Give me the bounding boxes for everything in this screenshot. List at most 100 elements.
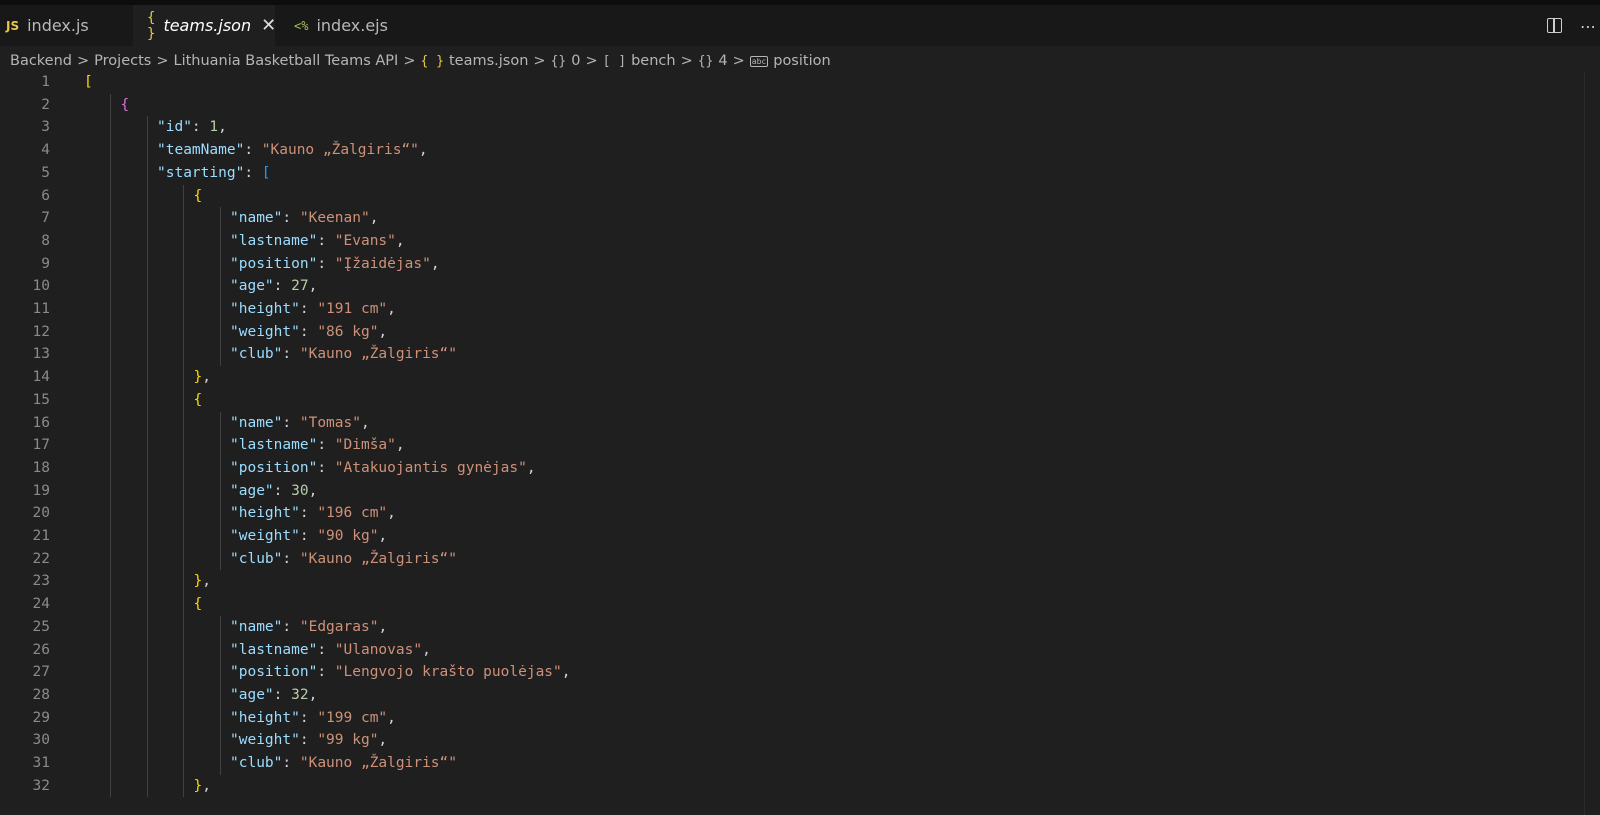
breadcrumb-item[interactable]: Lithuania Basketball Teams API [174,53,399,69]
code-line[interactable]: 4 "teamName": "Kauno „Žalgiris“", [0,139,1584,162]
code-token: "86 kg" [317,323,379,340]
code-text: "lastname": "Evans", [230,230,405,253]
breadcrumb-item[interactable]: Backend [10,53,72,69]
line-number: 32 [32,777,50,794]
code-text: [ [84,71,93,94]
code-line[interactable]: 31 "club": "Kauno „Žalgiris“" [0,752,1584,775]
code-text: "name": "Edgaras", [230,616,387,639]
code-text: "age": 32, [230,684,317,707]
code-line[interactable]: 8 "lastname": "Evans", [0,230,1584,253]
code-line[interactable]: 15 { [0,389,1584,412]
code-text: "name": "Tomas", [230,412,370,435]
breadcrumb-separator: > [156,53,169,69]
code-line[interactable]: 1[ [0,71,1584,94]
code-token: , [202,369,211,386]
code-token: "Keenan" [299,210,370,227]
breadcrumb-separator: > [403,53,416,69]
code-text: "position": "Lengvojo krašto puolėjas", [230,661,571,684]
code-token: "weight" [230,732,300,749]
code-line[interactable]: 32}, [0,775,1584,798]
code-line[interactable]: 27 "position": "Lengvojo krašto puolėjas"… [0,661,1584,684]
editor-scrollbar[interactable] [1584,71,1600,815]
code-token: "club" [230,346,283,363]
code-token: "191 cm" [317,301,388,317]
code-line[interactable]: 13 "club": "Kauno „Žalgiris“" [0,343,1584,366]
code-line[interactable]: 16 "name": "Tomas", [0,412,1584,435]
breadcrumb-item[interactable]: teams.json [449,53,528,69]
object-symbol-icon: {} [550,53,567,69]
code-line[interactable]: 10 "age": 27, [0,275,1584,298]
code-token: "age" [230,482,274,499]
code-token: , [387,301,396,317]
code-token: { [193,187,203,204]
json-file-icon: { } [420,53,444,69]
code-line[interactable]: 18 "position": "Atakuojantis gynėjas", [0,457,1584,480]
code-token: "weight" [230,528,300,544]
code-line[interactable]: 30 "weight": "99 kg", [0,729,1584,752]
code-editor[interactable]: 1[2{3 "id": 1, 4 "teamName": "Kauno „Žalgir… [0,71,1584,815]
code-line[interactable]: 19 "age": 30, [0,480,1584,503]
more-actions-icon[interactable]: ⋯ [1580,17,1597,36]
code-line[interactable]: 17 "lastname": "Dimša", [0,434,1584,457]
tab-index-js[interactable]: JS index.js [0,5,132,46]
line-number: 6 [41,187,50,204]
code-line[interactable]: 11 "height": "191 cm", [0,298,1584,321]
code-line[interactable]: 12 "weight": "86 kg", [0,321,1584,344]
breadcrumb-item[interactable]: Projects [94,53,151,69]
code-line[interactable]: 28 "age": 32, [0,684,1584,707]
code-line[interactable]: 2{ [0,94,1584,117]
line-number: 17 [32,437,50,454]
code-token: } [193,777,203,794]
code-line[interactable]: 3 "id": 1, [0,116,1584,139]
code-token: [ [84,74,93,90]
code-token: "height" [230,709,300,726]
line-number: 21 [32,528,50,544]
code-line[interactable]: 23}, [0,570,1584,593]
code-text: "weight": "86 kg", [230,321,387,344]
tab-teams-json[interactable]: { } teams.json ✕ [133,5,276,46]
code-line[interactable]: 14}, [0,366,1584,389]
code-token: "Kauno „Žalgiris“" [299,346,457,363]
code-token: "Edgaras" [299,618,379,635]
editor-bottom-strip [0,797,1584,815]
string-symbol-icon: abc [749,55,769,67]
code-text: { [194,593,203,616]
code-line[interactable]: 5 "starting": [ [0,162,1584,185]
code-token: , [202,573,211,590]
code-token: "Įžaidėjas" [334,255,431,272]
breadcrumb-item[interactable]: bench [631,53,675,69]
code-line[interactable]: 9 "position": "Įžaidėjas", [0,253,1584,276]
tab-label: index.js [27,16,89,35]
json-file-icon: { } [147,9,156,42]
line-number: 10 [32,278,50,295]
code-line[interactable]: 25 "name": "Edgaras", [0,616,1584,639]
code-line[interactable]: 26 "lastname": "Ulanovas", [0,639,1584,662]
line-number: 20 [32,505,50,522]
code-token: , [422,641,431,658]
code-line[interactable]: 7 "name": "Keenan", [0,207,1584,230]
code-line[interactable]: 21 "weight": "90 kg", [0,525,1584,548]
code-token: : [317,641,335,658]
code-token: , [308,482,318,499]
code-line[interactable]: 6{ [0,185,1584,208]
code-line[interactable]: 29 "height": "199 cm", [0,707,1584,730]
split-editor-icon[interactable] [1547,18,1562,33]
code-token: , [308,686,318,703]
code-token: : [299,505,318,522]
line-number: 16 [32,414,50,431]
code-token: , [308,278,318,295]
code-line[interactable]: 20 "height": "196 cm", [0,502,1584,525]
code-line[interactable]: 24 { [0,593,1584,616]
code-text: }, [194,775,211,798]
tab-index-ejs[interactable]: <% index.ejs [276,5,426,46]
close-icon[interactable]: ✕ [261,15,276,36]
breadcrumb-item[interactable]: position [773,53,830,69]
code-token: : [273,278,292,295]
breadcrumb-item[interactable]: 4 [718,53,727,69]
breadcrumb-item[interactable]: 0 [571,53,580,69]
code-text: { [194,389,203,412]
code-token: } [193,573,203,590]
code-token: , [218,119,227,136]
code-token: , [202,777,211,794]
code-line[interactable]: 22 "club": "Kauno „Žalgiris“" [0,548,1584,571]
